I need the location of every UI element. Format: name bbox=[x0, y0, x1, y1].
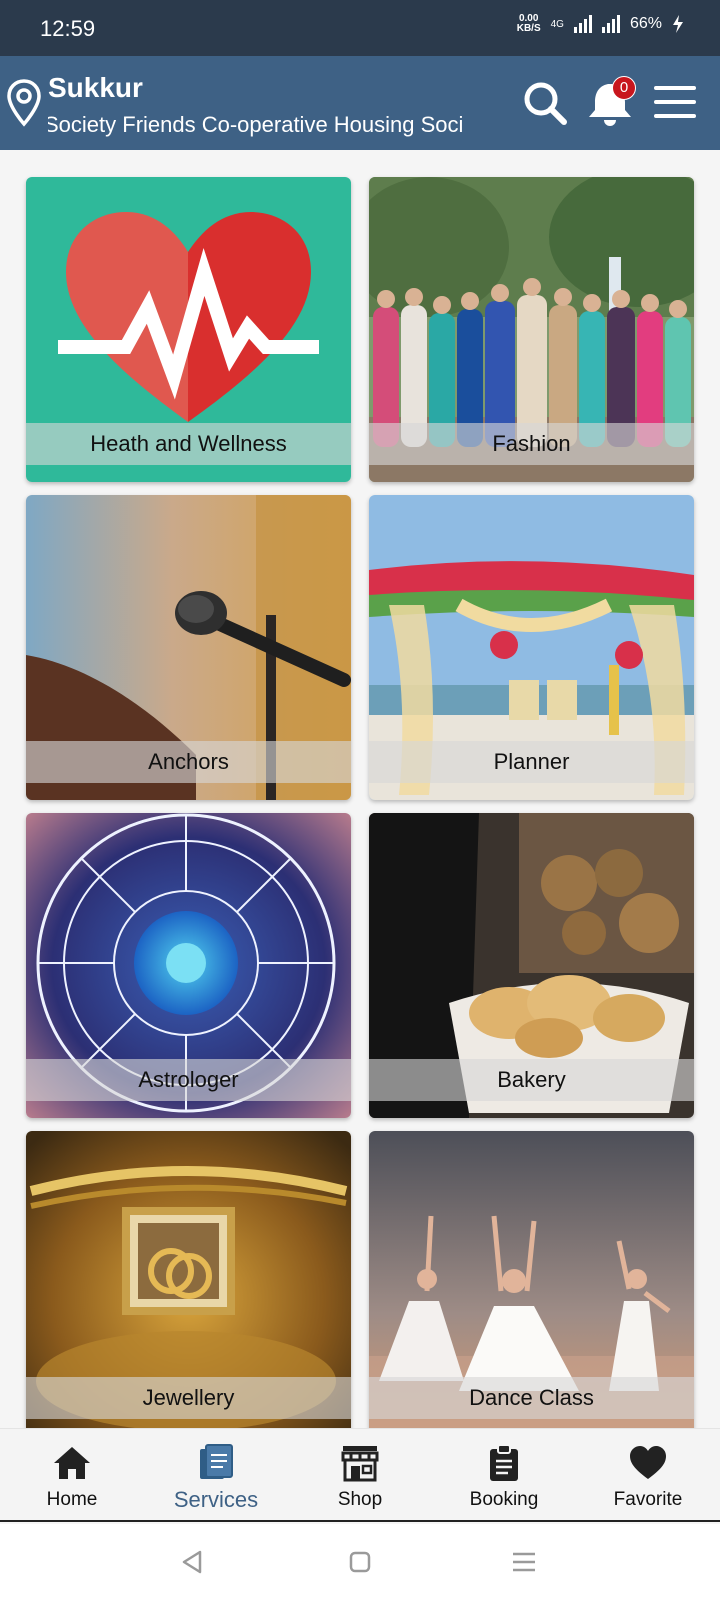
bottom-nav: Home Services Shop Booking Favorite bbox=[0, 1428, 720, 1522]
app-header: Sukkur Society Friends Co-operative Hous… bbox=[0, 56, 720, 150]
status-indicators: 0.00 KB/S 4G 66% bbox=[517, 14, 684, 34]
nav-label: Services bbox=[173, 1487, 259, 1512]
nav-label: Home bbox=[46, 1489, 98, 1510]
location-pin-icon[interactable] bbox=[6, 78, 42, 128]
category-label: Astrologer bbox=[26, 1059, 351, 1101]
nav-label: Favorite bbox=[613, 1489, 683, 1510]
category-label: Fashion bbox=[369, 423, 694, 465]
nav-label: Shop bbox=[337, 1489, 383, 1510]
category-label: Dance Class bbox=[369, 1377, 694, 1419]
battery-level: 66% bbox=[629, 15, 662, 32]
heart-icon bbox=[630, 1446, 666, 1479]
category-card-astrologer[interactable]: Astrologer bbox=[26, 813, 351, 1118]
net-speed: 0.00 KB/S bbox=[517, 14, 541, 34]
category-label: Bakery bbox=[369, 1059, 694, 1101]
society-marquee[interactable]: Society Friends Co-operative Housing Soc… bbox=[48, 112, 498, 142]
status-bar: 12:59 0.00 KB/S 4G 66% bbox=[0, 0, 720, 56]
category-card-dance-class[interactable]: Dance Class bbox=[369, 1131, 694, 1436]
category-card-planner[interactable]: Planner bbox=[369, 495, 694, 800]
nav-services[interactable]: Services bbox=[144, 1429, 288, 1521]
category-label: Planner bbox=[369, 741, 694, 783]
category-card-jewellery[interactable]: Jewellery bbox=[26, 1131, 351, 1436]
society-name: Society Friends Co-operative Housing Soc… bbox=[48, 112, 464, 137]
clipboard-icon bbox=[490, 1444, 518, 1481]
back-icon[interactable] bbox=[178, 1548, 206, 1576]
recents-icon[interactable] bbox=[510, 1548, 538, 1576]
document-icon bbox=[200, 1444, 233, 1479]
nav-home[interactable]: Home bbox=[0, 1429, 144, 1521]
category-card-health[interactable]: Heath and Wellness bbox=[26, 177, 351, 482]
nav-booking[interactable]: Booking bbox=[432, 1429, 576, 1521]
category-label: Anchors bbox=[26, 741, 351, 783]
nav-favorite[interactable]: Favorite bbox=[576, 1429, 720, 1521]
nav-shop[interactable]: Shop bbox=[288, 1429, 432, 1521]
signal-icon-2 bbox=[601, 15, 620, 33]
status-time: 12:59 bbox=[40, 16, 96, 41]
notification-button[interactable]: 0 bbox=[586, 76, 636, 128]
category-card-fashion[interactable]: Fashion bbox=[369, 177, 694, 482]
home-icon bbox=[54, 1447, 90, 1479]
nav-label: Booking bbox=[469, 1489, 539, 1510]
store-icon bbox=[341, 1446, 379, 1482]
hamburger-menu-icon[interactable] bbox=[654, 86, 696, 118]
search-icon[interactable] bbox=[522, 80, 568, 126]
signal-icon bbox=[573, 15, 592, 33]
category-label: Jewellery bbox=[26, 1377, 351, 1419]
city-name[interactable]: Sukkur bbox=[48, 72, 143, 104]
charging-icon bbox=[673, 15, 683, 33]
category-label: Heath and Wellness bbox=[26, 423, 351, 465]
notification-badge: 0 bbox=[612, 76, 636, 100]
category-card-bakery[interactable]: Bakery bbox=[369, 813, 694, 1118]
network-type: 4G bbox=[550, 18, 564, 30]
system-navigation-bar bbox=[0, 1524, 720, 1600]
net-speed-unit: KB/S bbox=[516, 23, 541, 34]
category-card-anchors[interactable]: Anchors bbox=[26, 495, 351, 800]
home-square-icon[interactable] bbox=[346, 1548, 374, 1576]
